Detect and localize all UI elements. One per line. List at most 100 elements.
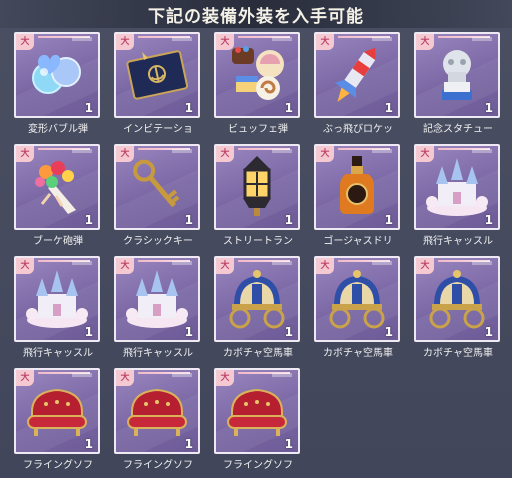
item-card[interactable]: 大 1 — [114, 32, 200, 118]
item-card[interactable]: 大 1 — [214, 32, 300, 118]
card-tag — [472, 149, 492, 153]
invitation-card-icon — [124, 42, 190, 106]
item-name: インビテーショ — [123, 124, 193, 135]
item-card[interactable]: 大 1 — [314, 256, 400, 342]
carriage-icon — [324, 266, 390, 330]
item-card[interactable]: 大 1 — [414, 32, 500, 118]
item-quantity: 1 — [284, 101, 293, 115]
bottle-icon — [324, 154, 390, 218]
item-quantity: 1 — [84, 101, 93, 115]
item-card[interactable]: 大 1 — [114, 368, 200, 454]
item-slot[interactable]: 大 1 カボチャ空馬車 — [314, 256, 404, 360]
rarity-badge: 大 — [416, 146, 434, 162]
rarity-badge: 大 — [416, 34, 434, 50]
card-tag — [72, 149, 92, 153]
item-quantity: 1 — [284, 213, 293, 227]
sofa-icon — [224, 378, 290, 442]
item-slot[interactable]: 大 1 フライングソフ — [14, 368, 104, 472]
item-quantity: 1 — [184, 437, 193, 451]
item-quantity: 1 — [384, 101, 393, 115]
bouquet-icon — [24, 154, 90, 218]
item-card[interactable]: 大 1 — [414, 256, 500, 342]
card-tag — [172, 373, 192, 377]
item-name: ぶっ飛びロケッ — [323, 124, 393, 135]
item-slot[interactable]: 大 1 ゴージャスドリ — [314, 144, 404, 248]
item-card[interactable]: 大 1 — [14, 32, 100, 118]
card-tag — [72, 37, 92, 41]
item-slot[interactable]: 大 1 フライングソフ — [114, 368, 204, 472]
item-slot[interactable]: 大 1 ぶっ飛びロケッ — [314, 32, 404, 136]
item-quantity: 1 — [284, 325, 293, 339]
page-title: 下記の装備外装を入手可能 — [148, 6, 364, 27]
card-tag — [172, 37, 192, 41]
item-slot[interactable]: 大 1 飛行キャッスル — [414, 144, 504, 248]
item-card[interactable]: 大 1 — [314, 144, 400, 230]
item-name: ビュッフェ弾 — [228, 124, 288, 135]
rarity-badge: 大 — [416, 258, 434, 274]
rarity-badge: 大 — [216, 146, 234, 162]
item-card[interactable]: 大 1 — [14, 144, 100, 230]
item-slot[interactable]: 大 1 カボチャ空馬車 — [414, 256, 504, 360]
item-name: カボチャ空馬車 — [223, 348, 293, 359]
carriage-icon — [424, 266, 490, 330]
item-name: フライングソフ — [23, 460, 93, 471]
card-tag — [272, 37, 292, 41]
item-name: 飛行キャッスル — [423, 236, 493, 247]
rarity-badge: 大 — [216, 370, 234, 386]
item-slot[interactable]: 大 1 カボチャ空馬車 — [214, 256, 304, 360]
bubble-icon — [24, 42, 90, 106]
item-name: クラシックキー — [123, 236, 193, 247]
item-slot[interactable]: 大 1 記念スタチュー — [414, 32, 504, 136]
card-tag — [372, 261, 392, 265]
item-slot[interactable]: 大 1 ブーケ砲弾 — [14, 144, 104, 248]
rarity-badge: 大 — [116, 370, 134, 386]
item-name: 変形バブル弾 — [28, 124, 88, 135]
item-quantity: 1 — [84, 437, 93, 451]
castle-icon — [124, 266, 190, 330]
rarity-badge: 大 — [216, 34, 234, 50]
card-tag — [372, 149, 392, 153]
item-name: カボチャ空馬車 — [423, 348, 493, 359]
castle-icon — [424, 154, 490, 218]
item-card[interactable]: 大 1 — [214, 256, 300, 342]
item-card[interactable]: 大 1 — [114, 256, 200, 342]
item-quantity: 1 — [484, 213, 493, 227]
item-card[interactable]: 大 1 — [114, 144, 200, 230]
card-tag — [72, 261, 92, 265]
rarity-badge: 大 — [116, 258, 134, 274]
item-slot[interactable]: 大 1 フライングソフ — [214, 368, 304, 472]
card-tag — [372, 37, 392, 41]
carriage-icon — [224, 266, 290, 330]
item-quantity: 1 — [284, 437, 293, 451]
item-slot[interactable]: 大 1 飛行キャッスル — [14, 256, 104, 360]
item-card[interactable]: 大 1 — [14, 368, 100, 454]
item-name: フライングソフ — [123, 460, 193, 471]
rarity-badge: 大 — [16, 258, 34, 274]
item-quantity: 1 — [384, 213, 393, 227]
item-slot[interactable]: 大 1 飛行キャッスル — [114, 256, 204, 360]
rarity-badge: 大 — [316, 258, 334, 274]
item-slot[interactable]: 大 1 クラシックキー — [114, 144, 204, 248]
item-slot[interactable]: 大 1 変形バブル弾 — [14, 32, 104, 136]
item-quantity: 1 — [484, 101, 493, 115]
item-name: フライングソフ — [223, 460, 293, 471]
item-card[interactable]: 大 1 — [214, 368, 300, 454]
header-bar: 下記の装備外装を入手可能 — [0, 0, 512, 28]
item-name: ブーケ砲弾 — [33, 236, 83, 247]
item-quantity: 1 — [184, 213, 193, 227]
item-quantity: 1 — [484, 325, 493, 339]
item-card[interactable]: 大 1 — [214, 144, 300, 230]
card-tag — [472, 37, 492, 41]
item-card[interactable]: 大 1 — [414, 144, 500, 230]
item-quantity: 1 — [84, 213, 93, 227]
rarity-badge: 大 — [16, 146, 34, 162]
rocket-icon — [324, 42, 390, 106]
item-slot[interactable]: 大 1 インビテーショ — [114, 32, 204, 136]
item-name: カボチャ空馬車 — [323, 348, 393, 359]
item-card[interactable]: 大 1 — [314, 32, 400, 118]
item-slot[interactable]: 大 1 ストリートラン — [214, 144, 304, 248]
item-name: 飛行キャッスル — [23, 348, 93, 359]
item-slot[interactable]: 大 1 ビュッフェ弾 — [214, 32, 304, 136]
item-card[interactable]: 大 1 — [14, 256, 100, 342]
rarity-badge: 大 — [116, 146, 134, 162]
